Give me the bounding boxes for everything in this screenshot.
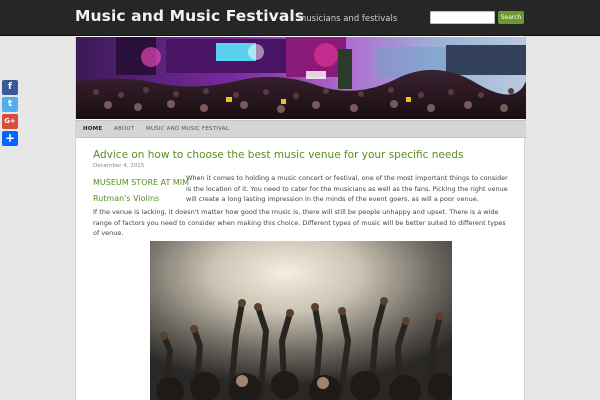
site-tagline: musicians and festivals <box>298 14 398 24</box>
main-nav: HOME ABOUT MUSIC AND MUSIC FESTIVAL <box>76 120 526 138</box>
sidebar-link-rutmans-violins[interactable]: Rutman's Violins <box>93 194 159 203</box>
google-plus-icon[interactable]: G+ <box>2 114 18 129</box>
post-title[interactable]: Advice on how to choose the best music v… <box>93 149 463 161</box>
sidebar-link-museum-store[interactable]: MUSEUM STORE AT MIM <box>93 178 189 187</box>
post-date: December 4, 2015 <box>93 163 145 169</box>
header-banner-image <box>76 37 526 119</box>
nav-home[interactable]: HOME <box>83 126 102 132</box>
site-title[interactable]: Music and Music Festivals <box>75 7 304 25</box>
nav-music-festival[interactable]: MUSIC AND MUSIC FESTIVAL <box>146 126 229 132</box>
page-container: HOME ABOUT MUSIC AND MUSIC FESTIVAL Advi… <box>75 36 526 400</box>
search-input[interactable] <box>430 11 495 24</box>
nav-about[interactable]: ABOUT <box>114 126 134 132</box>
facebook-icon[interactable]: f <box>2 80 18 95</box>
twitter-icon[interactable]: t <box>2 97 18 112</box>
post-paragraph-2: If the venue is lacking, it doesn't matt… <box>93 208 506 237</box>
post-paragraph-1: When it comes to holding a music concert… <box>186 174 508 203</box>
search-button[interactable]: Search <box>498 11 524 24</box>
share-plus-icon[interactable]: + <box>2 131 18 146</box>
post-image-concert-crowd <box>150 241 452 400</box>
site-header: Music and Music Festivals musicians and … <box>0 0 600 36</box>
